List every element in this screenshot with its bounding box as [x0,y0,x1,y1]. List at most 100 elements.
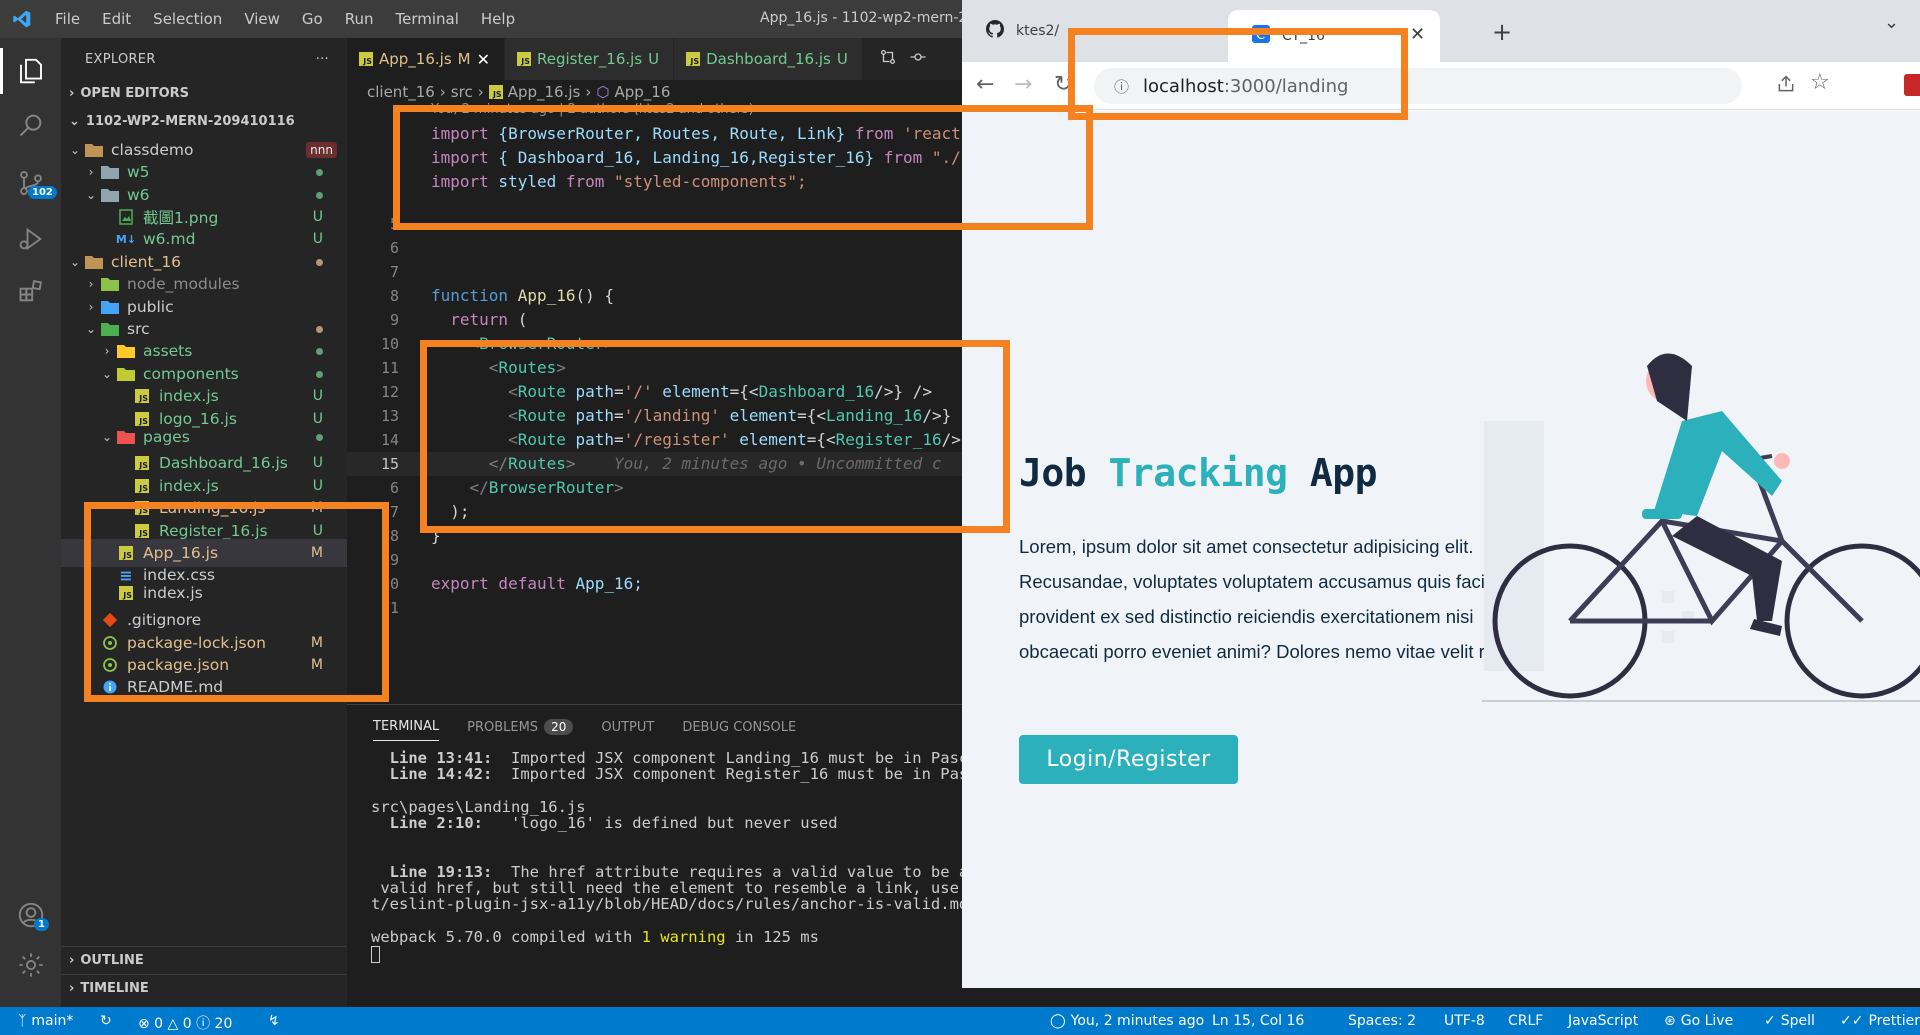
tree-label: src [127,319,150,338]
status-cursor-position[interactable]: Ln 15, Col 16 [1212,1013,1304,1029]
tree-label: pages [143,428,190,447]
menu-help[interactable]: Help [470,10,526,28]
close-tab-icon[interactable]: ✕ [1410,24,1425,45]
public-folder-icon [99,300,121,314]
code-line: 0 export default App_16; [347,572,962,596]
status-badge: nnn [306,141,337,158]
spell-label: Spell [1780,1013,1815,1029]
markdown-file-icon: M↓ [115,232,137,246]
status-dot [316,321,323,337]
explorer-icon[interactable] [14,54,48,88]
status-prettier[interactable]: ✓✓ Prettier [1840,1013,1920,1029]
breadcrumb-item[interactable]: src [451,83,473,101]
line-number: 14 [380,430,399,449]
back-button[interactable]: ← [976,72,994,97]
status-spell[interactable]: ✓ Spell [1764,1013,1815,1029]
timeline-icon[interactable] [909,48,927,70]
tab-debug-console[interactable]: DEBUG CONSOLE [682,720,796,735]
search-icon[interactable] [14,108,48,142]
broadcast-icon: ⊛ [1664,1013,1676,1029]
share-icon[interactable] [1776,74,1796,98]
extensions-icon[interactable] [14,274,48,308]
menu-file[interactable]: File [44,10,91,28]
menu-go[interactable]: Go [291,10,334,28]
status-blame[interactable]: ◯ You, 2 minutes ago [1050,1013,1204,1029]
tree-label: classdemo [111,140,194,159]
tree-folder-pages[interactable]: ⌄ pages [61,427,347,447]
prettier-label: Prettier [1868,1013,1920,1029]
terminal-location: Line 2:10: [371,814,483,832]
forward-button[interactable]: → [1014,72,1032,97]
terminal-warning-count: 1 warning [641,928,726,946]
code-token: export [431,574,489,594]
chevron-down-icon[interactable]: ⌄ [1884,12,1899,33]
status-encoding[interactable]: UTF-8 [1444,1013,1485,1029]
close-icon[interactable]: ✕ [477,50,490,69]
status-go-live[interactable]: ⊛ Go Live [1664,1013,1733,1029]
compare-changes-icon[interactable] [879,48,897,70]
js-file-icon: JS [359,52,373,66]
extension-icon[interactable] [1904,74,1920,96]
code-token: App_16; [565,574,643,594]
tab-dashboard-16-js[interactable]: JS Dashboard_16.js U [674,38,863,80]
menu-run[interactable]: Run [334,10,385,28]
terminal-line: t/eslint-plugin-jsx-a11y/blob/HEAD/docs/… [371,895,968,913]
breadcrumb-item[interactable]: App_16 [614,83,670,101]
title-part: Job [1019,451,1109,495]
breadcrumb-item[interactable]: App_16.js [508,83,581,101]
code-line: 8 function App_16() { [347,284,962,308]
line-number: 5 [389,214,399,233]
menu-selection[interactable]: Selection [142,10,233,28]
outline-section[interactable]: › OUTLINE [61,946,347,973]
chevron-down-icon: ⌄ [69,254,81,269]
chevron-down-icon: ⌄ [101,430,113,445]
explorer-more-button[interactable]: ··· [316,52,329,67]
breadcrumb-item[interactable]: client_16 [367,83,435,101]
login-register-button[interactable]: Login/Register [1019,735,1238,784]
activity-bar: 102 1 [0,38,61,1007]
tree-label: assets [143,342,193,361]
browser-tab-label: ktes2/ [1016,23,1060,39]
tab-terminal[interactable]: TERMINAL [373,713,440,741]
landing-page: Job Tracking App Lorem, ipsum dolor sit … [962,111,1920,988]
terminal-text: t/eslint-plugin-jsx-a11y/blob/HEAD/docs/… [371,895,969,913]
tab-problems-label: PROBLEMS [467,719,539,735]
tab-label: Dashboard_16.js [706,50,831,68]
account-icon[interactable]: 1 [14,898,49,932]
screen: File Edit Selection View Go Run Terminal… [0,0,1920,1035]
lightning-icon[interactable]: ↯ [268,1013,280,1029]
js-file-icon: JS [517,52,532,66]
tab-output[interactable]: OUTPUT [601,720,654,735]
source-control-icon[interactable]: 102 [14,166,57,200]
menu-edit[interactable]: Edit [91,10,142,28]
open-editors-section[interactable]: › OPEN EDITORS [61,80,347,106]
status-dot [316,366,323,382]
annotation-box-routes [420,340,1010,533]
new-tab-button[interactable]: + [1492,18,1512,46]
gear-icon[interactable] [14,948,48,982]
status-problems[interactable]: ⊗ 0 △ 0 ⓘ 20 [138,1013,232,1033]
tab-problems[interactable]: PROBLEMS 20 [467,718,574,735]
bookmark-star-icon[interactable]: ☆ [1810,70,1830,95]
menu-terminal[interactable]: Terminal [385,10,470,28]
code-token: App_16 [508,286,576,306]
chevron-down-icon: ⌄ [85,187,97,202]
breadcrumb: client_16 › src › JS App_16.js › ⬡ App_1… [347,80,962,104]
tree-label: w6 [127,185,150,204]
status-language[interactable]: JavaScript [1568,1013,1638,1029]
status-branch[interactable]: ᛉ main* [18,1013,73,1029]
run-debug-icon[interactable] [14,222,48,256]
status-indentation[interactable]: Spaces: 2 [1348,1013,1416,1029]
tab-app-16-js[interactable]: JS App_16.js M ✕ [347,38,506,80]
sync-icon[interactable]: ↻ [100,1013,112,1029]
timeline-section[interactable]: › TIMELINE [61,974,347,1001]
status-eol[interactable]: CRLF [1508,1013,1543,1029]
status-dot [316,254,323,270]
menu-view[interactable]: View [233,10,291,28]
tab-register-16-js[interactable]: JS Register_16.js U [505,38,675,80]
workspace-root[interactable]: ⌄ 1102-WP2-MERN-209410116 [61,108,347,134]
outline-label: OUTLINE [80,952,144,968]
terminal-cursor [371,945,380,963]
terminal-text: 'logo_16' is defined but never used [482,814,838,832]
account-badge: 1 [34,918,49,931]
